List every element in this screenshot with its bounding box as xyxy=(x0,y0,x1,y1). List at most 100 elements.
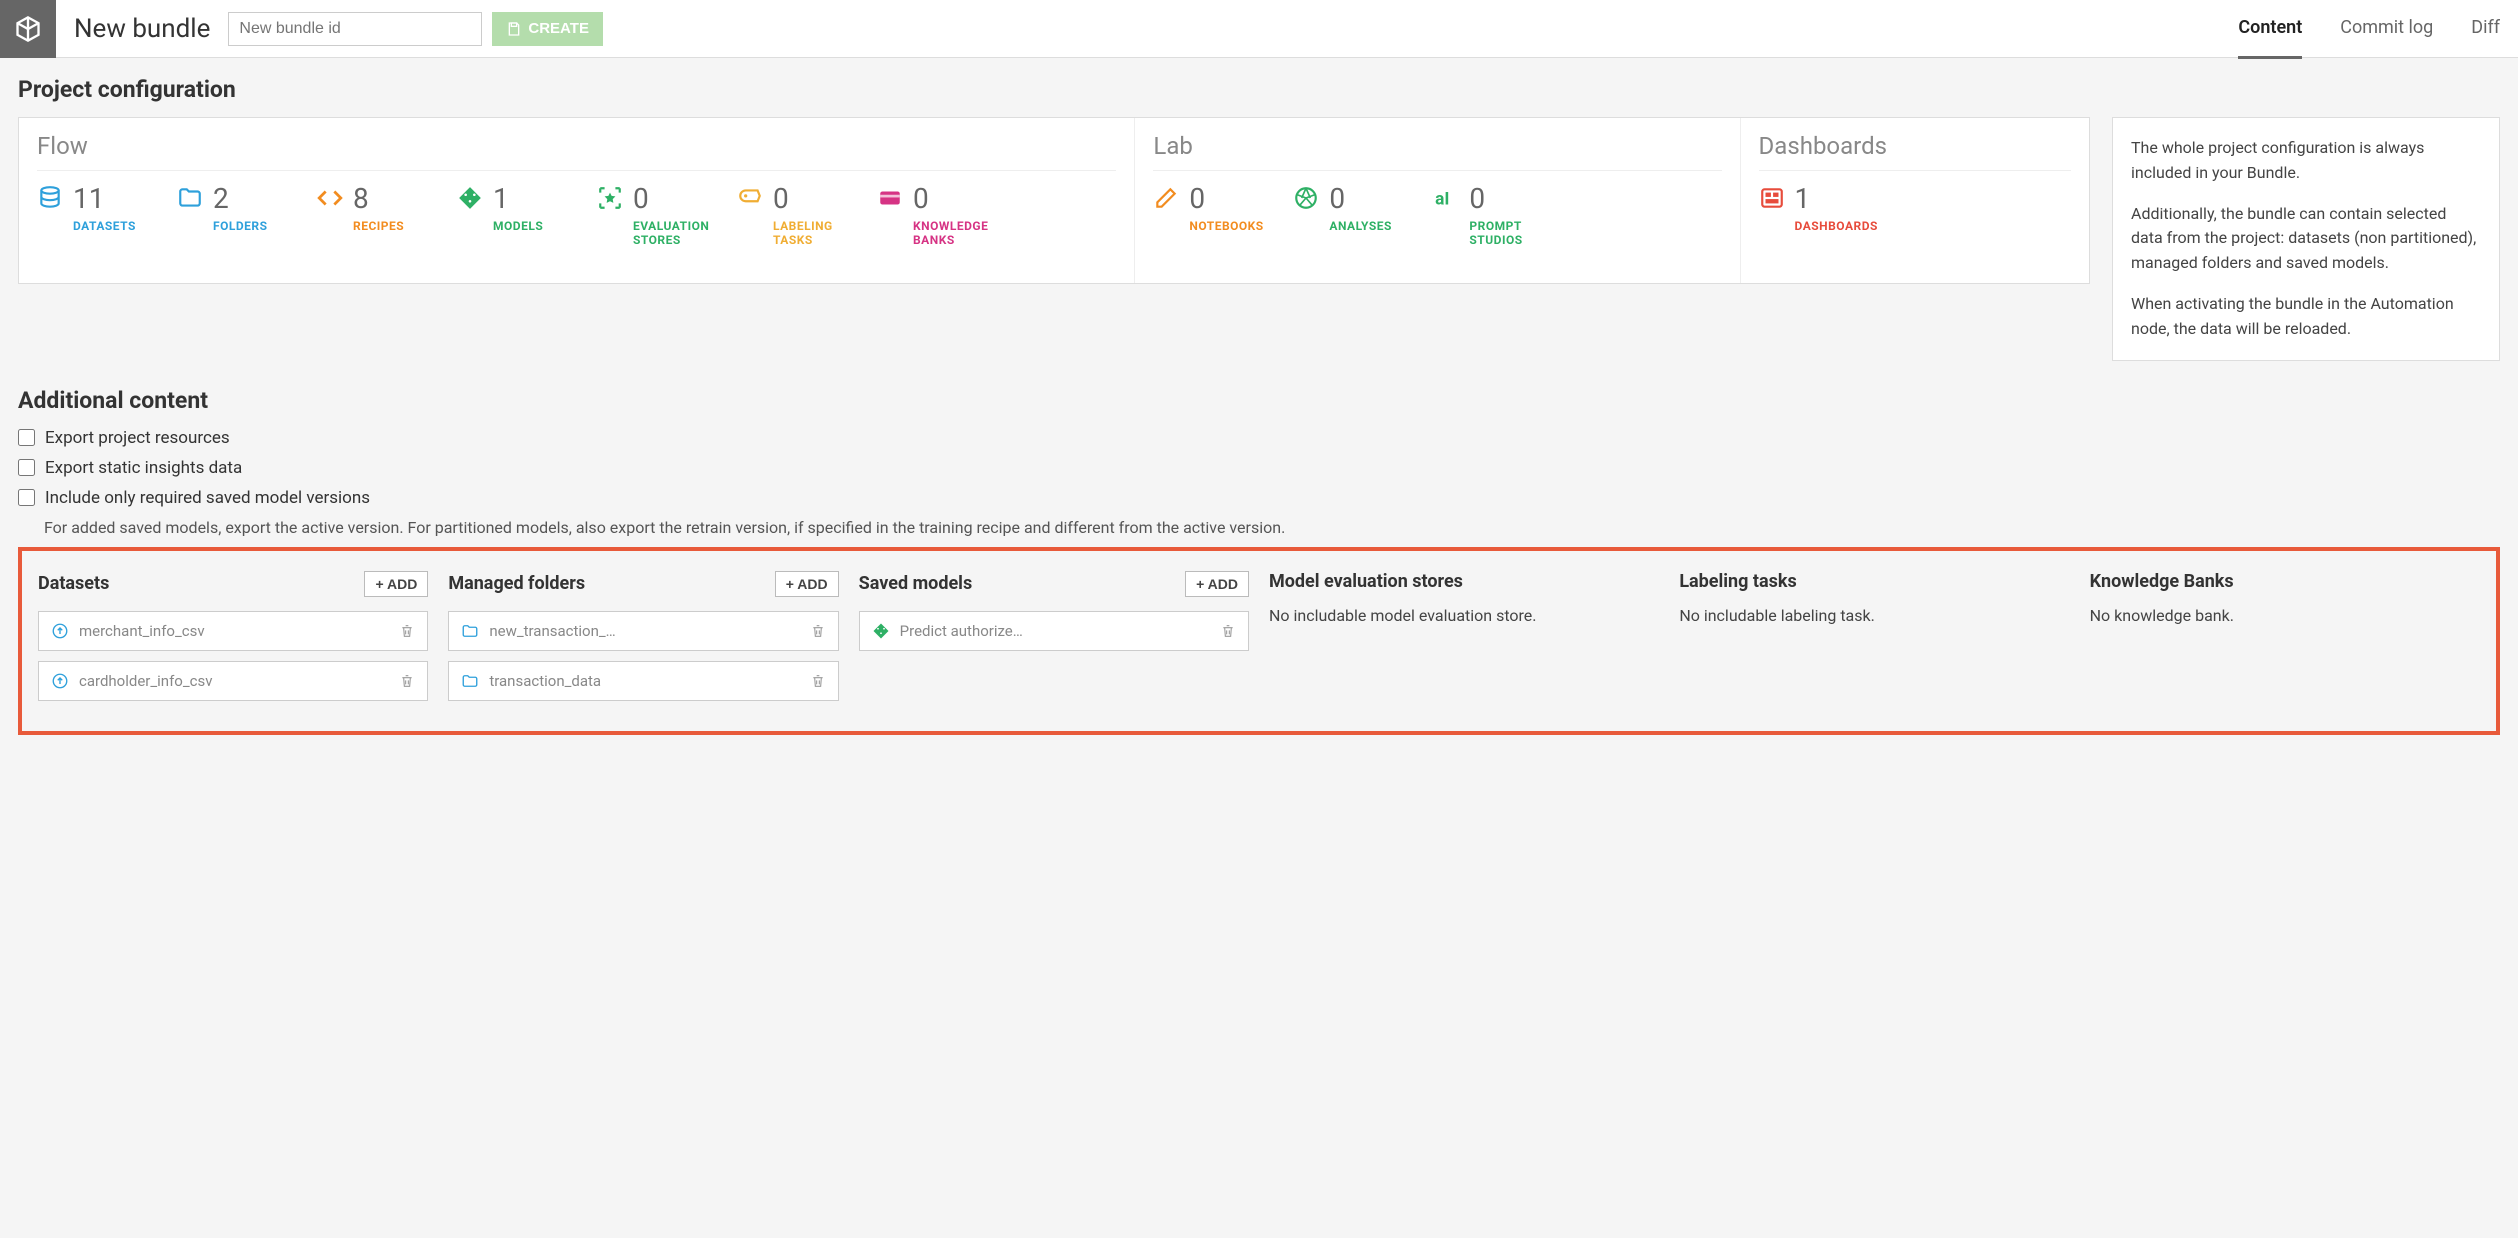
add-model-button[interactable]: + ADD xyxy=(1185,571,1249,597)
trash-icon[interactable] xyxy=(399,673,415,689)
top-bar: New bundle CREATE Content Commit log Dif… xyxy=(0,0,2518,58)
stat-count: 1 xyxy=(493,185,543,213)
ic-upload-circle-icon xyxy=(51,672,69,690)
info-p1: The whole project configuration is alway… xyxy=(2131,136,2481,186)
check-export-insights[interactable]: Export static insights data xyxy=(18,458,2500,478)
checkbox-required-versions[interactable] xyxy=(18,489,35,506)
info-box: The whole project configuration is alway… xyxy=(2112,117,2500,361)
models-title: Saved models xyxy=(859,573,973,594)
col-knowledge: Knowledge Banks No knowledge bank. xyxy=(2090,571,2480,625)
item-card[interactable]: Predict authorize… xyxy=(859,611,1249,651)
knowledge-title: Knowledge Banks xyxy=(2090,571,2234,592)
stat-label: LABELING TASKS xyxy=(773,219,865,247)
config-col-lab: Lab 0 NOTEBOOKS 0 ANALYSES 0 PROMPT STUD… xyxy=(1135,118,1740,283)
highlight-box: Datasets + ADD merchant_info_csv cardhol… xyxy=(18,547,2500,735)
trash-icon[interactable] xyxy=(810,673,826,689)
stat-label: ANALYSES xyxy=(1329,219,1392,233)
item-label: cardholder_info_csv xyxy=(79,672,389,690)
stat-label: EVALUATION STORES xyxy=(633,219,725,247)
card-icon xyxy=(877,185,903,211)
stat-label: PROMPT STUDIOS xyxy=(1469,219,1561,247)
tab-content[interactable]: Content xyxy=(2238,0,2302,59)
add-folder-button[interactable]: + ADD xyxy=(775,571,839,597)
cube-icon xyxy=(14,15,42,43)
stat-count: 0 xyxy=(633,185,725,213)
trash-icon[interactable] xyxy=(399,623,415,639)
aperture-icon xyxy=(1293,185,1319,211)
item-card[interactable]: transaction_data xyxy=(448,661,838,701)
stat-count: 11 xyxy=(73,185,136,213)
stat-count: 0 xyxy=(773,185,865,213)
flow-header: Flow xyxy=(37,132,1116,171)
tab-diff[interactable]: Diff xyxy=(2471,0,2500,59)
create-button[interactable]: CREATE xyxy=(492,12,603,46)
project-config-title: Project configuration xyxy=(18,76,2500,103)
tabs: Content Commit log Diff xyxy=(2238,0,2518,59)
stat-label: NOTEBOOKS xyxy=(1189,219,1263,233)
info-p2: Additionally, the bundle can contain sel… xyxy=(2131,202,2481,276)
item-card[interactable]: new_transaction_… xyxy=(448,611,838,651)
stat-count: 0 xyxy=(913,185,1005,213)
item-label: merchant_info_csv xyxy=(79,622,389,640)
additional-content-title: Additional content xyxy=(18,387,2500,414)
ic-folder-sm-icon xyxy=(461,622,479,640)
trash-icon[interactable] xyxy=(810,623,826,639)
check-label: Export project resources xyxy=(45,428,230,448)
ic-diamond-icon xyxy=(872,622,890,640)
col-eval-stores: Model evaluation stores No includable mo… xyxy=(1269,571,1659,625)
tab-commit-log[interactable]: Commit log xyxy=(2340,0,2433,59)
item-label: transaction_data xyxy=(489,672,799,690)
stat-count: 0 xyxy=(1329,185,1392,213)
stat-evaluation-stores: 0 EVALUATION STORES xyxy=(597,185,737,247)
item-label: new_transaction_… xyxy=(489,622,799,640)
tag-icon xyxy=(737,185,763,211)
check-label: Include only required saved model versio… xyxy=(45,488,370,508)
check3-subtext: For added saved models, export the activ… xyxy=(44,518,2500,537)
stat-datasets: 11 DATASETS xyxy=(37,185,177,247)
col-managed-folders: Managed folders + ADD new_transaction_… … xyxy=(448,571,838,711)
check-export-resources[interactable]: Export project resources xyxy=(18,428,2500,448)
check-label: Export static insights data xyxy=(45,458,242,478)
stat-folders: 2 FOLDERS xyxy=(177,185,317,247)
checkbox-export-insights[interactable] xyxy=(18,459,35,476)
page-title: New bundle xyxy=(74,14,210,44)
check-required-versions[interactable]: Include only required saved model versio… xyxy=(18,488,2500,508)
trash-icon[interactable] xyxy=(1220,623,1236,639)
stat-label: FOLDERS xyxy=(213,219,267,233)
code-icon xyxy=(317,185,343,211)
logo-box xyxy=(0,0,56,58)
stat-count: 8 xyxy=(353,185,404,213)
stat-count: 2 xyxy=(213,185,267,213)
create-button-label: CREATE xyxy=(528,20,589,37)
stat-count: 0 xyxy=(1189,185,1263,213)
ai-icon xyxy=(1433,185,1459,211)
edit-icon xyxy=(1153,185,1179,211)
folder-icon xyxy=(177,185,203,211)
labeling-empty: No includable labeling task. xyxy=(1679,606,2069,625)
lab-header: Lab xyxy=(1153,132,1721,171)
stat-label: RECIPES xyxy=(353,219,404,233)
stat-label: DASHBOARDS xyxy=(1795,219,1878,233)
add-dataset-button[interactable]: + ADD xyxy=(364,571,428,597)
stat-recipes: 8 RECIPES xyxy=(317,185,457,247)
item-label: Predict authorize… xyxy=(900,622,1210,640)
col-saved-models: Saved models + ADD Predict authorize… xyxy=(859,571,1249,661)
config-col-flow: Flow 11 DATASETS 2 FOLDERS 8 RECIPES 1 M… xyxy=(19,118,1135,283)
star-box-icon xyxy=(597,185,623,211)
checkbox-export-resources[interactable] xyxy=(18,429,35,446)
eval-empty: No includable model evaluation store. xyxy=(1269,606,1659,625)
folders-title: Managed folders xyxy=(448,573,585,594)
save-icon xyxy=(506,21,522,37)
ic-folder-sm-icon xyxy=(461,672,479,690)
item-card[interactable]: cardholder_info_csv xyxy=(38,661,428,701)
ic-upload-circle-icon xyxy=(51,622,69,640)
stat-labeling-tasks: 0 LABELING TASKS xyxy=(737,185,877,247)
stat-label: MODELS xyxy=(493,219,543,233)
bundle-id-input[interactable] xyxy=(228,12,482,46)
diamond-icon xyxy=(457,185,483,211)
dash-header: Dashboards xyxy=(1759,132,2071,171)
stat-label: KNOWLEDGE BANKS xyxy=(913,219,1005,247)
item-card[interactable]: merchant_info_csv xyxy=(38,611,428,651)
stat-analyses: 0 ANALYSES xyxy=(1293,185,1433,247)
stat-models: 1 MODELS xyxy=(457,185,597,247)
